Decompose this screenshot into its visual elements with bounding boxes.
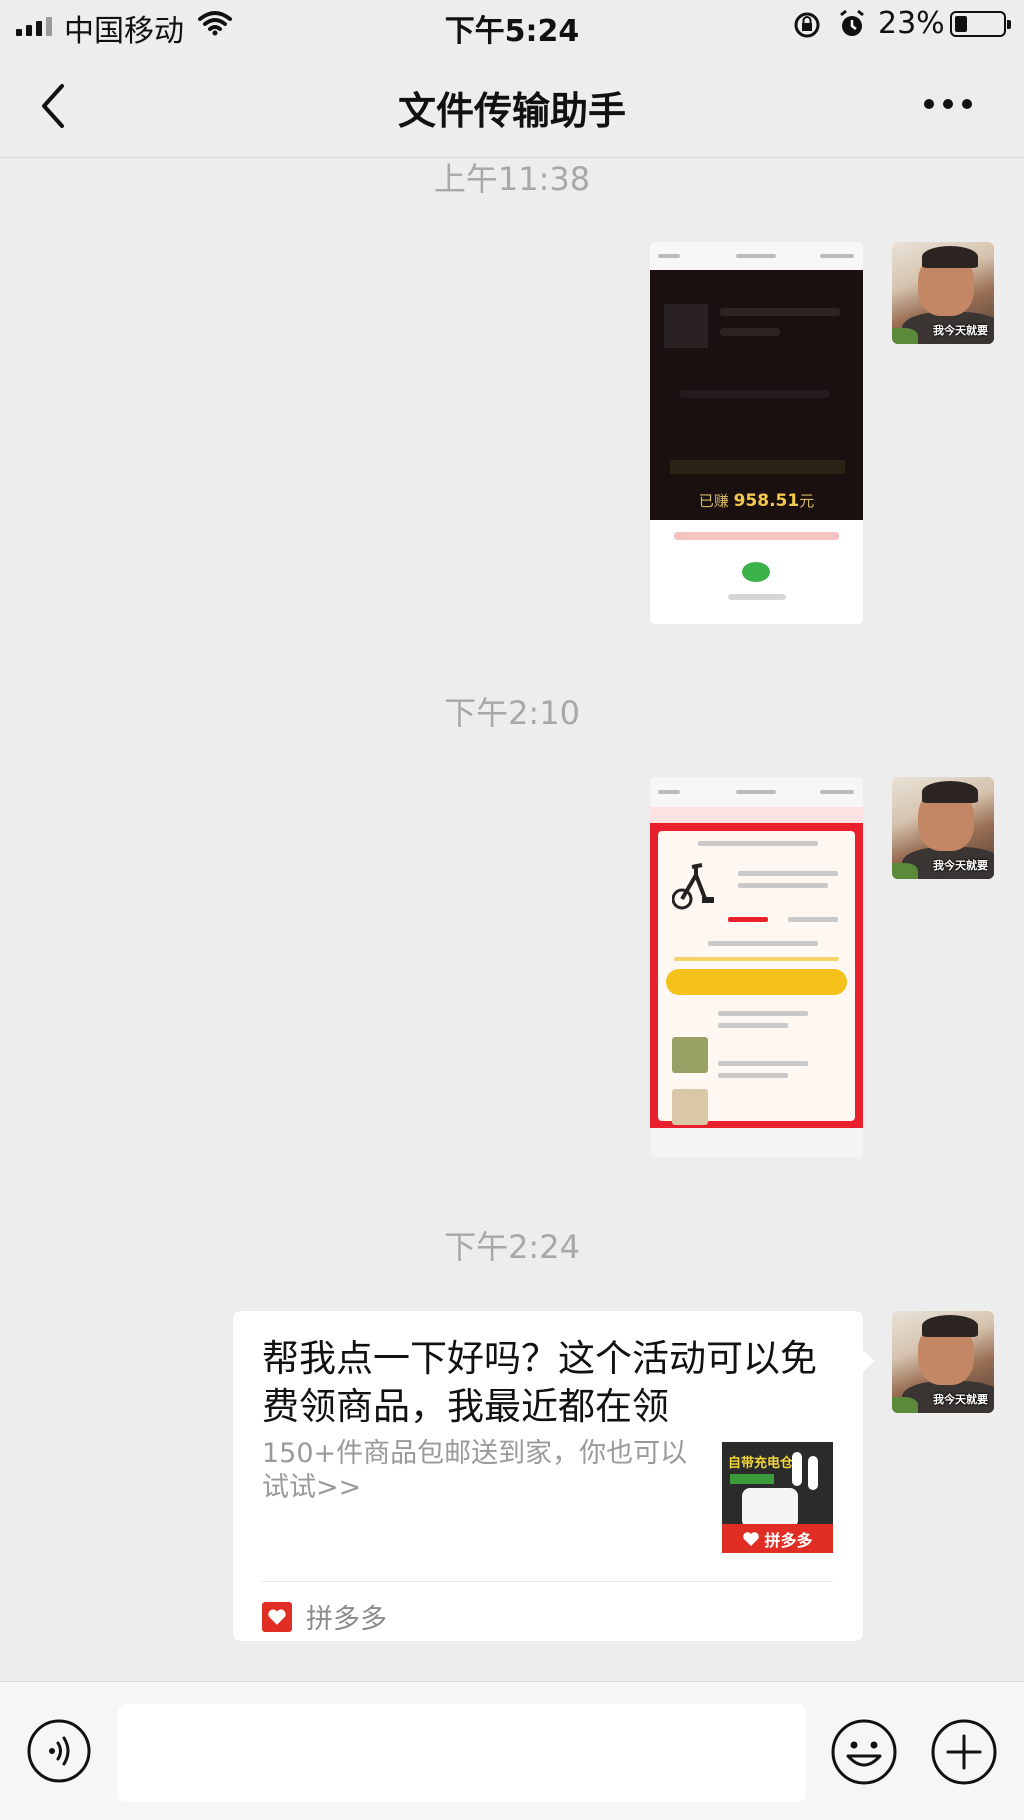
link-card-message[interactable]: 帮我点一下好吗？这个活动可以免费领商品，我最近都在领 150+件商品包邮送到家，… bbox=[233, 1311, 875, 1641]
ellipsis-dot bbox=[962, 99, 972, 109]
image-message[interactable]: 已赚 958.51元 bbox=[650, 242, 863, 624]
message-timestamp: 下午2:24 bbox=[444, 1228, 580, 1266]
pinduoduo-logo-icon bbox=[743, 1531, 760, 1546]
image-message[interactable] bbox=[650, 777, 863, 1158]
link-source: 拼多多 bbox=[262, 1597, 387, 1636]
rotation-lock-icon bbox=[794, 12, 820, 38]
emoji-button[interactable] bbox=[830, 1718, 898, 1786]
ellipsis-dot bbox=[943, 99, 953, 109]
divider bbox=[262, 1581, 833, 1582]
clock: 下午5:24 bbox=[444, 14, 580, 49]
avatar[interactable]: 我今天就要 bbox=[892, 1311, 994, 1413]
thumbnail-brand: 拼多多 bbox=[722, 1524, 833, 1553]
alarm-icon bbox=[840, 9, 864, 36]
plus-button[interactable] bbox=[930, 1718, 998, 1786]
page-title: 文件传输助手 bbox=[397, 89, 626, 133]
avatar[interactable]: 我今天就要 bbox=[892, 242, 994, 344]
link-description: 150+件商品包邮送到家，你也可以试试>> bbox=[262, 1438, 688, 1503]
message-input[interactable] bbox=[118, 1704, 806, 1802]
status-bar: 中国移动 下午5:24 23% bbox=[0, 0, 1024, 52]
more-button[interactable] bbox=[924, 92, 978, 116]
earned-amount: 已赚 958.51元 bbox=[698, 491, 815, 511]
message-timestamp: 上午11:38 bbox=[433, 160, 591, 198]
battery-icon bbox=[950, 11, 1011, 37]
pinduoduo-logo-icon bbox=[262, 1601, 292, 1632]
wechat-icon bbox=[742, 562, 770, 582]
message-timestamp: 下午2:10 bbox=[444, 694, 580, 732]
link-title: 帮我点一下好吗？这个活动可以免费领商品，我最近都在领 bbox=[262, 1337, 817, 1428]
bike-image bbox=[672, 863, 714, 910]
plus-circle-icon bbox=[931, 1719, 997, 1785]
ellipsis-icon bbox=[924, 99, 934, 109]
bubble-tail bbox=[861, 1349, 875, 1373]
voice-button[interactable] bbox=[26, 1718, 92, 1784]
input-bar bbox=[0, 1681, 1024, 1820]
battery-percent: 23% bbox=[878, 6, 945, 41]
emoji-icon bbox=[831, 1719, 897, 1785]
voice-icon bbox=[27, 1719, 91, 1783]
avatar[interactable]: 我今天就要 bbox=[892, 777, 994, 879]
link-source-label: 拼多多 bbox=[306, 1604, 387, 1635]
avatar-caption: 我今天就要 bbox=[933, 859, 988, 872]
link-thumbnail: 自带充电仓 拼多多 bbox=[722, 1442, 833, 1553]
avatar-caption: 我今天就要 bbox=[933, 1393, 988, 1406]
avatar-caption: 我今天就要 bbox=[933, 324, 988, 337]
nav-bar: 文件传输助手 bbox=[0, 52, 1024, 158]
